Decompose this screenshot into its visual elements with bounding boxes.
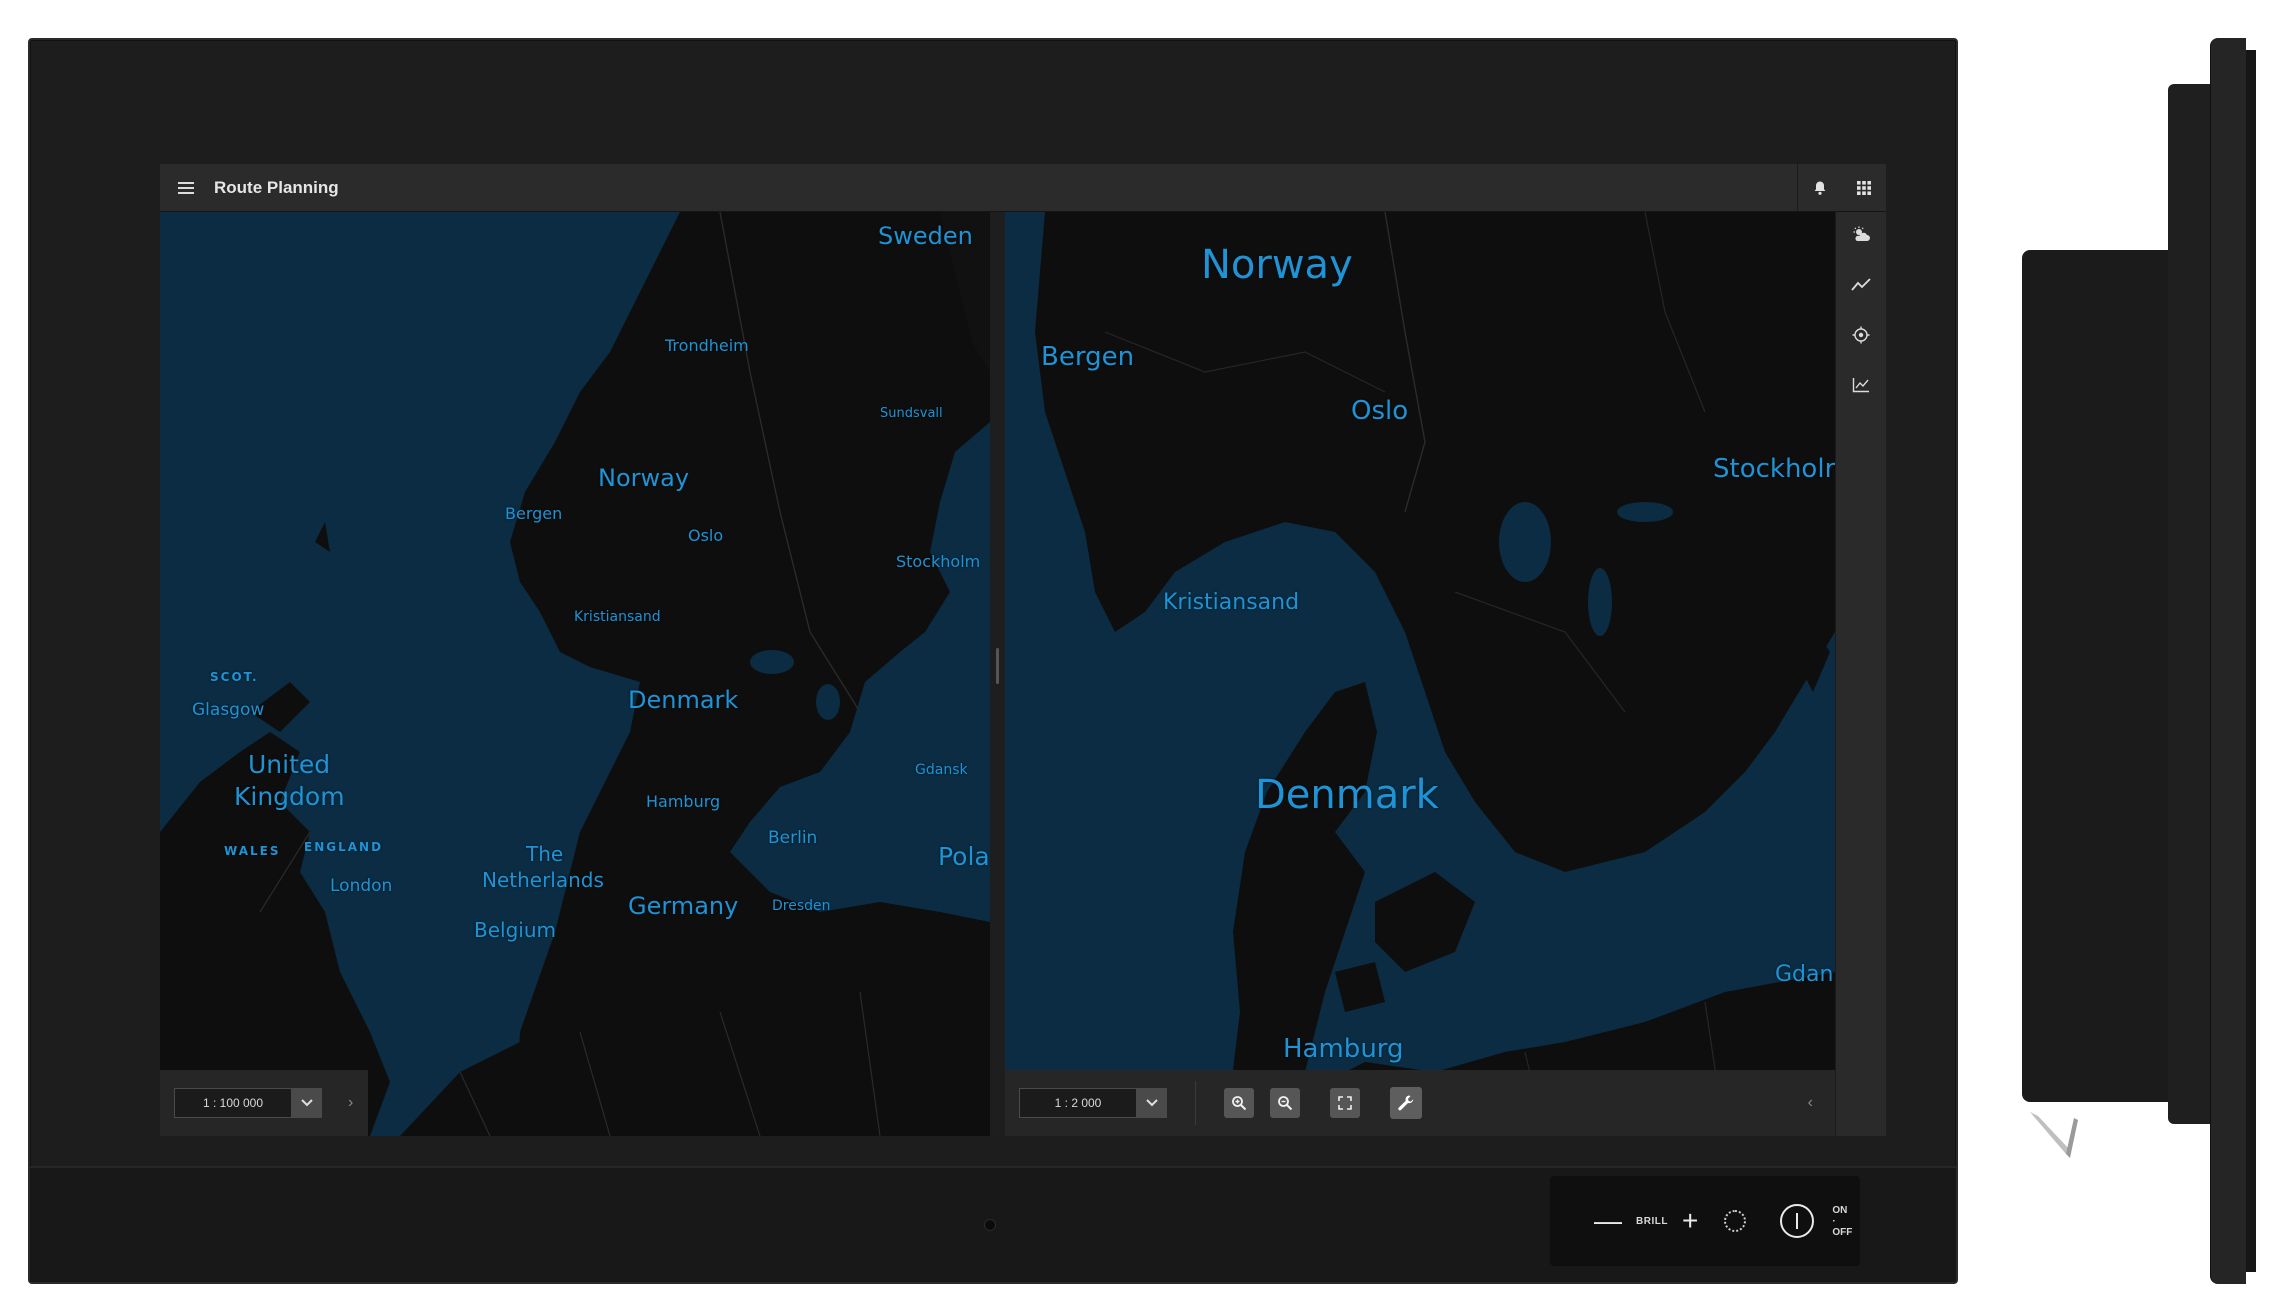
header-actions (1797, 164, 1886, 211)
fit-screen-button[interactable] (1330, 1088, 1360, 1118)
map-label-oslo: Oslo (688, 526, 724, 545)
map-label-kristiansand: Kristiansand (1163, 590, 1300, 615)
map-label-scot: SCOT. (210, 670, 259, 684)
map-label-glasgow: Glasgow (192, 700, 265, 720)
map-label-stockholm: Stockholm (896, 552, 981, 571)
brightness-down-button[interactable]: — (1594, 1207, 1622, 1235)
fit-screen-icon (1338, 1096, 1352, 1110)
map-label-norway: Norway (598, 464, 690, 492)
wrench-icon (1398, 1095, 1414, 1111)
map-label-oslo: Oslo (1351, 396, 1409, 426)
menu-icon[interactable] (178, 181, 194, 194)
map-pane-right[interactable]: Norway Bergen Oslo Stockholn Kristiansan… (1005, 212, 1835, 1136)
map-label-dresden: Dresden (772, 898, 831, 914)
map-label-pola: Pola (938, 842, 990, 871)
chevron-down-icon[interactable] (292, 1088, 322, 1118)
target-icon[interactable] (1850, 324, 1872, 346)
map-label-kingdom: Kingdom (234, 782, 345, 811)
right-scale-select[interactable]: 1 : 2 000 (1019, 1088, 1167, 1118)
right-scale-value[interactable]: 1 : 2 000 (1019, 1088, 1137, 1118)
chevron-down-icon[interactable] (1137, 1088, 1167, 1118)
trend-line-icon[interactable] (1850, 274, 1872, 296)
map-label-united: United (248, 750, 331, 779)
map-label-wales: WALES (224, 844, 281, 858)
app-header: Route Planning (160, 164, 1886, 212)
monitor-side-mid (2168, 84, 2212, 1124)
power-on-label: ON (1832, 1204, 1848, 1216)
pane-splitter[interactable] (990, 212, 1005, 1136)
mounting-bracket (2030, 1112, 2078, 1158)
zoom-in-icon (1232, 1096, 1247, 1111)
chevron-right-icon[interactable]: › (348, 1094, 353, 1112)
map-label-norway: Norway (1201, 242, 1353, 288)
map-label-bergen: Bergen (1041, 342, 1135, 372)
map-label-stockholm: Stockholn (1713, 454, 1835, 484)
power-icon (1796, 1213, 1799, 1229)
power-button[interactable] (1780, 1204, 1815, 1238)
brightness-label: BRILL (1636, 1215, 1668, 1227)
brightness-up-button[interactable]: + (1682, 1207, 1698, 1235)
map-label-denmark: Denmark (1255, 772, 1439, 818)
splitter-handle[interactable] (996, 648, 999, 684)
map-label-netherlands: Netherlands (482, 868, 604, 892)
map-label-belgium: Belgium (474, 918, 556, 942)
toolbar-divider (1195, 1081, 1196, 1125)
map-label-hamburg: Hamburg (1283, 1034, 1404, 1064)
left-scale-select[interactable]: 1 : 100 000 (174, 1088, 322, 1118)
map-label-germany: Germany (628, 892, 739, 920)
map-label-bergen: Bergen (505, 504, 563, 523)
page-title: Route Planning (214, 177, 339, 197)
map-label-london: London (330, 876, 393, 896)
power-off-label: OFF (1832, 1226, 1853, 1238)
power-separator: · (1832, 1215, 1836, 1227)
hardware-control-panel: — BRILL + ON · OFF (1550, 1176, 1860, 1266)
map-pane-left[interactable]: Sweden Trondheim Sundsvall Norway Bergen… (160, 212, 990, 1136)
monitor-side-lip (2246, 50, 2256, 1272)
map-label-the: The (526, 842, 564, 866)
map-label-sundsvall: Sundsvall (880, 406, 943, 421)
monitor-side-back (2022, 250, 2172, 1102)
map-label-berlin: Berlin (768, 828, 818, 848)
map-label-kristiansand: Kristiansand (574, 609, 661, 625)
sensor-dot (985, 1220, 995, 1230)
zoom-in-button[interactable] (1224, 1088, 1254, 1118)
settings-wrench-button[interactable] (1390, 1087, 1422, 1119)
map-left-canvas (160, 212, 990, 1136)
zoom-out-button[interactable] (1270, 1088, 1300, 1118)
left-scale-value[interactable]: 1 : 100 000 (174, 1088, 292, 1118)
screen: Route Planning Sweden Trondheim Sundsval… (160, 164, 1886, 1136)
line-chart-icon[interactable] (1850, 374, 1872, 396)
right-tool-rail (1835, 212, 1886, 1136)
map-label-denmark: Denmark (628, 686, 739, 714)
bell-icon[interactable] (1798, 164, 1842, 211)
light-sensor-icon (1724, 1210, 1747, 1232)
map-label-england: ENGLAND (304, 840, 384, 854)
power-label: ON · OFF (1832, 1205, 1852, 1238)
map-label-hamburg: Hamburg (646, 792, 721, 811)
right-map-toolbar: 1 : 2 000 ‹ (1005, 1070, 1835, 1136)
chevron-left-icon[interactable]: ‹ (1808, 1094, 1813, 1112)
map-label-trondheim: Trondheim (665, 336, 749, 355)
weather-icon[interactable] (1850, 224, 1872, 246)
zoom-out-icon (1278, 1096, 1293, 1111)
bezel-bottom: — BRILL + ON · OFF (30, 1166, 1956, 1282)
apps-grid-icon[interactable] (1842, 164, 1886, 211)
monitor-side-front (2210, 38, 2246, 1284)
left-map-toolbar: 1 : 100 000 › (160, 1070, 368, 1136)
map-label-sweden: Sweden (878, 222, 973, 250)
map-label-gdansk: Gdan (1775, 962, 1834, 987)
monitor-front: Route Planning Sweden Trondheim Sundsval… (28, 38, 1958, 1284)
map-label-gdansk: Gdansk (915, 762, 968, 778)
